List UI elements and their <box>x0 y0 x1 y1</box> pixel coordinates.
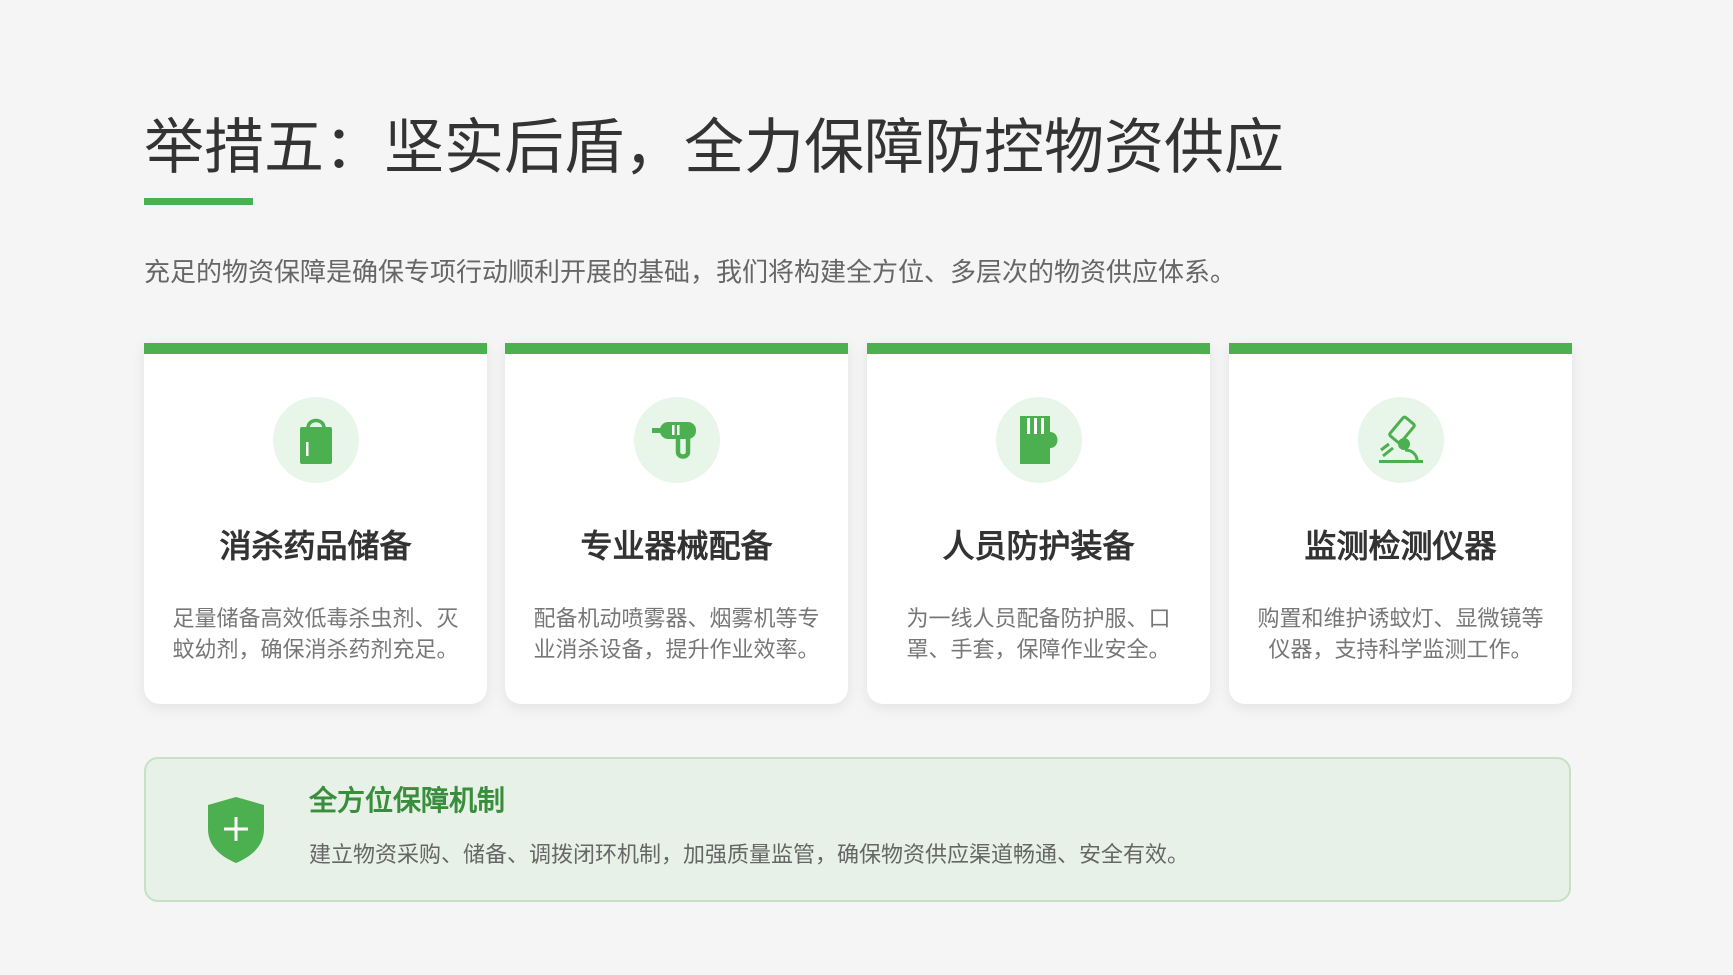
card-description: 为一线人员配备防护服、口罩、手套，保障作业安全。 <box>906 607 1171 663</box>
card-description: 配备机动喷雾器、烟雾机等专业消杀设备，提升作业效率。 <box>533 607 820 663</box>
title-underline <box>144 198 253 205</box>
card-disinfectant-reserve: 消杀药品储备 足量储备高效低毒杀虫剂、灭蚊幼剂，确保消杀药剂充足。 <box>144 343 487 704</box>
card-equipment: 专业器械配备 配备机动喷雾器、烟雾机等专业消杀设备，提升作业效率。 <box>505 343 848 704</box>
shield-plus-icon <box>208 797 264 863</box>
shopping-bag-icon <box>273 397 359 483</box>
card-title: 人员防护装备 <box>942 527 1135 565</box>
spray-gun-icon <box>634 397 720 483</box>
page-title: 举措五：坚实后盾，全力保障防控物资供应 <box>144 113 1284 183</box>
microscope-icon <box>1358 397 1444 483</box>
banner-description: 建立物资采购、储备、调拨闭环机制，加强质量监管，确保物资供应渠道畅通、安全有效。 <box>309 843 1190 868</box>
intro-text: 充足的物资保障是确保专项行动顺利开展的基础，我们将构建全方位、多层次的物资供应体… <box>144 258 1237 288</box>
glove-icon <box>996 397 1082 483</box>
card-title: 监测检测仪器 <box>1304 527 1497 565</box>
card-title: 消杀药品储备 <box>219 527 412 565</box>
guarantee-banner: 全方位保障机制 建立物资采购、储备、调拨闭环机制，加强质量监管，确保物资供应渠道… <box>144 757 1571 902</box>
banner-title: 全方位保障机制 <box>309 784 506 817</box>
card-protective-gear: 人员防护装备 为一线人员配备防护服、口罩、手套，保障作业安全。 <box>867 343 1210 704</box>
card-title: 专业器械配备 <box>580 527 773 565</box>
cards-row: 消杀药品储备 足量储备高效低毒杀虫剂、灭蚊幼剂，确保消杀药剂充足。 专业器械配备… <box>144 343 1572 704</box>
card-description: 购置和维护诱蚊灯、显微镜等仪器，支持科学监测工作。 <box>1257 607 1544 663</box>
card-description: 足量储备高效低毒杀虫剂、灭蚊幼剂，确保消杀药剂充足。 <box>172 607 459 663</box>
card-monitoring: 监测检测仪器 购置和维护诱蚊灯、显微镜等仪器，支持科学监测工作。 <box>1229 343 1572 704</box>
